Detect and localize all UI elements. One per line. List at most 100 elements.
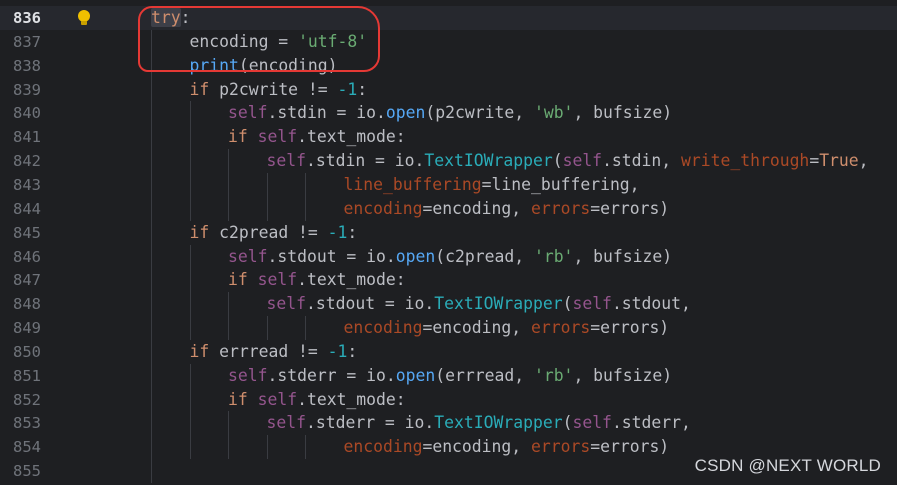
- indent-guide: [266, 435, 268, 460]
- code-token: -1: [327, 341, 348, 361]
- code-line[interactable]: 840 self.stdin = io.open(p2cwrite, 'wb', …: [0, 101, 897, 125]
- code-token: =errors): [590, 198, 670, 218]
- code-token: self: [572, 413, 612, 433]
- code-text[interactable]: if self.text_mode:: [228, 125, 406, 149]
- code-line[interactable]: 853 self.stderr = io.TextIOWrapper(self.s…: [0, 411, 897, 435]
- code-text[interactable]: self.stderr = io.TextIOWrapper(self.stde…: [267, 411, 691, 435]
- code-editor[interactable]: 836 try: 837 encoding = 'utf-8' 838 print(enc…: [0, 0, 897, 485]
- code-token: encoding: [343, 437, 423, 457]
- code-line[interactable]: 839 if p2cwrite != -1:: [0, 78, 897, 102]
- code-token: =: [809, 151, 820, 171]
- code-token: .stderr,: [611, 413, 691, 433]
- indent-guide: [189, 244, 191, 340]
- line-number[interactable]: 846: [0, 245, 41, 269]
- code-line[interactable]: 851 self.stderr = io.open(errread, 'rb', …: [0, 364, 897, 388]
- code-line[interactable]: 837 encoding = 'utf-8': [0, 30, 897, 54]
- code-text[interactable]: if errread != -1:: [190, 340, 358, 364]
- code-line[interactable]: 848 self.stdout = io.TextIOWrapper(self.s…: [0, 292, 897, 316]
- code-token: TextIOWrapper: [434, 413, 563, 433]
- code-token: 'wb': [533, 103, 574, 123]
- code-line[interactable]: 844 encoding=encoding, errors=errors): [0, 197, 897, 221]
- indent-guide: [151, 29, 152, 483]
- code-line[interactable]: 836 try:: [0, 6, 897, 30]
- line-number[interactable]: 849: [0, 316, 41, 340]
- code-text[interactable]: if self.text_mode:: [228, 268, 406, 292]
- code-token: self: [562, 151, 603, 171]
- code-line[interactable]: 850 if errread != -1:: [0, 340, 897, 364]
- code-line[interactable]: 852 if self.text_mode:: [0, 388, 897, 412]
- code-line[interactable]: 845 if c2pread != -1:: [0, 221, 897, 245]
- code-token: True: [819, 151, 859, 171]
- code-token: 'rb': [533, 365, 574, 385]
- code-line[interactable]: 849 encoding=encoding, errors=errors): [0, 316, 897, 340]
- code-text[interactable]: encoding=encoding, errors=errors): [344, 316, 670, 340]
- line-number[interactable]: 838: [0, 54, 41, 78]
- code-text[interactable]: self.stdout = io.TextIOWrapper(self.stdo…: [267, 292, 691, 316]
- code-token: , bufsize): [573, 103, 673, 123]
- line-number[interactable]: 841: [0, 125, 41, 149]
- code-text[interactable]: self.stderr = io.open(errread, 'rb', buf…: [228, 364, 672, 388]
- code-token: :: [347, 222, 358, 242]
- code-token: errors: [531, 198, 591, 218]
- code-token: (c2pread,: [435, 246, 534, 266]
- code-text[interactable]: if p2cwrite != -1:: [190, 78, 368, 102]
- code-token: self: [266, 294, 306, 314]
- code-token: self: [572, 294, 612, 314]
- code-token: ,: [858, 151, 869, 171]
- code-token: errors: [531, 318, 591, 338]
- code-token: self: [228, 246, 268, 266]
- line-number[interactable]: 847: [0, 268, 41, 292]
- line-number[interactable]: 843: [0, 173, 41, 197]
- code-token: .stderr = io.: [267, 365, 396, 385]
- line-number[interactable]: 850: [0, 340, 41, 364]
- code-token: encoding: [343, 318, 423, 338]
- line-number[interactable]: 837: [0, 30, 41, 54]
- line-number[interactable]: 842: [0, 149, 41, 173]
- code-text[interactable]: encoding=encoding, errors=errors): [344, 435, 670, 459]
- code-text[interactable]: if self.text_mode:: [228, 388, 406, 412]
- code-token: self: [228, 365, 268, 385]
- indent-guide: [266, 316, 268, 340]
- line-number[interactable]: 855: [0, 459, 41, 483]
- indent-guide: [189, 363, 191, 460]
- code-token: if: [189, 79, 220, 99]
- code-token: .stdout,: [611, 294, 691, 314]
- line-number[interactable]: 854: [0, 435, 41, 459]
- code-line[interactable]: 842 self.stdin = io.TextIOWrapper(self.st…: [0, 149, 897, 173]
- code-line[interactable]: 841 if self.text_mode:: [0, 125, 897, 149]
- line-number[interactable]: 840: [0, 101, 41, 125]
- code-token: open: [395, 365, 436, 385]
- code-line[interactable]: 847 if self.text_mode:: [0, 268, 897, 292]
- code-text[interactable]: self.stdout = io.open(c2pread, 'rb', buf…: [228, 245, 672, 269]
- code-token: (: [552, 151, 563, 171]
- code-text[interactable]: self.stdin = io.open(p2cwrite, 'wb', buf…: [228, 101, 672, 125]
- code-text[interactable]: self.stdin = io.TextIOWrapper(self.stdin…: [267, 149, 869, 173]
- line-number[interactable]: 839: [0, 78, 41, 102]
- lightbulb-icon[interactable]: [78, 10, 90, 25]
- code-token: .stdin = io.: [267, 103, 386, 123]
- indent-guide: [305, 435, 306, 460]
- code-token: .stdout = io.: [305, 294, 435, 314]
- code-line[interactable]: 843 line_buffering=line_buffering,: [0, 173, 897, 197]
- code-token: if: [228, 127, 258, 147]
- line-number[interactable]: 848: [0, 292, 41, 316]
- line-number[interactable]: 852: [0, 388, 41, 412]
- code-token: =line_buffering,: [481, 174, 640, 194]
- code-line[interactable]: 846 self.stdout = io.open(c2pread, 'rb', …: [0, 245, 897, 269]
- code-token: .text_mode:: [297, 389, 406, 409]
- line-number[interactable]: 851: [0, 364, 41, 388]
- code-token: , bufsize): [573, 365, 673, 385]
- code-token: -1: [337, 79, 358, 99]
- code-token: -1: [327, 222, 348, 242]
- code-line[interactable]: 838 print(encoding): [0, 54, 897, 78]
- code-token: if: [189, 341, 220, 361]
- line-number[interactable]: 844: [0, 197, 41, 221]
- line-number[interactable]: 836: [0, 6, 41, 30]
- code-text[interactable]: if c2pread != -1:: [190, 221, 358, 245]
- code-token: line_buffering: [343, 174, 482, 194]
- code-token: TextIOWrapper: [424, 151, 553, 171]
- code-text[interactable]: line_buffering=line_buffering,: [344, 173, 640, 197]
- line-number[interactable]: 845: [0, 221, 41, 245]
- code-text[interactable]: encoding=encoding, errors=errors): [344, 197, 670, 221]
- line-number[interactable]: 853: [0, 411, 41, 435]
